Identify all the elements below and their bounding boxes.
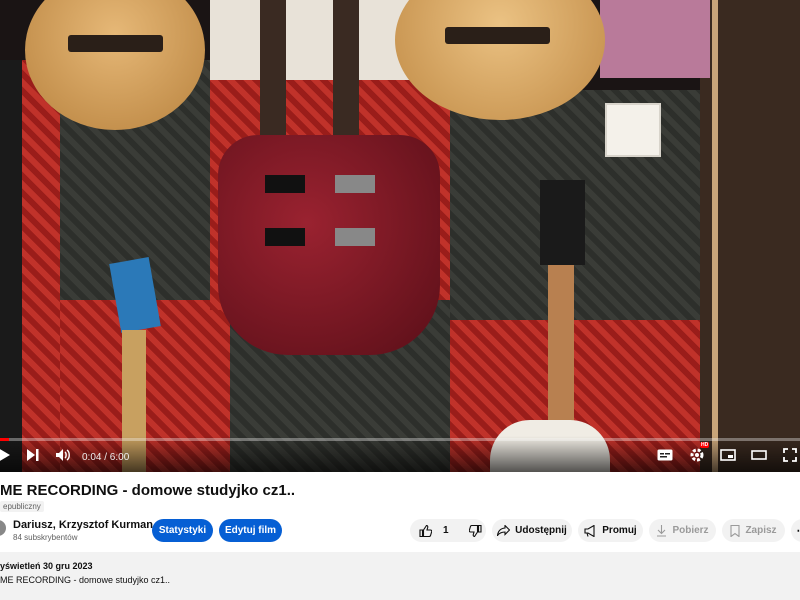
like-count: 1 [443, 525, 449, 536]
stats-button[interactable]: Statystyki [152, 519, 213, 542]
progress-bar[interactable] [0, 438, 800, 441]
promote-label: Promuj [602, 525, 637, 536]
save-button[interactable]: Zapisz [722, 519, 785, 542]
dislike-icon [468, 524, 482, 537]
save-icon [730, 524, 740, 537]
miniplayer-button[interactable] [718, 444, 738, 466]
volume-button[interactable] [54, 444, 72, 466]
promote-icon [584, 524, 595, 537]
fullscreen-button[interactable] [780, 444, 800, 466]
share-label: Udostępnij [515, 525, 567, 536]
subscriber-count: 84 subskrybentów [13, 533, 78, 542]
video-player[interactable]: 0:04 / 6:00 HD [0, 0, 800, 472]
hd-badge: HD [700, 442, 710, 448]
download-button[interactable]: Pobierz [649, 519, 716, 542]
download-label: Pobierz [672, 525, 709, 536]
video-frame [0, 0, 800, 472]
share-icon [497, 525, 511, 536]
subtitles-button[interactable] [655, 444, 675, 466]
channel-name[interactable]: Dariusz, Krzysztof Kurman [13, 519, 153, 531]
theater-mode-button[interactable] [749, 444, 769, 466]
like-button[interactable]: 1 [419, 524, 449, 537]
play-icon [0, 449, 10, 461]
dislike-button[interactable] [468, 524, 487, 537]
download-icon [657, 524, 667, 537]
save-label: Zapisz [745, 525, 777, 536]
settings-button[interactable]: HD [686, 442, 710, 466]
stats-button-label: Statystyki [158, 525, 207, 536]
like-icon [419, 524, 432, 537]
visibility-badge: epubliczny [0, 501, 44, 512]
channel-avatar[interactable] [0, 520, 6, 536]
edit-video-label: Edytuj film [224, 525, 277, 536]
next-button[interactable] [24, 444, 42, 466]
subtitles-icon [657, 449, 673, 461]
play-button[interactable] [0, 444, 14, 466]
time-display: 0:04 / 6:00 [82, 452, 130, 463]
promote-button[interactable]: Promuj [578, 519, 643, 542]
fullscreen-icon [783, 448, 797, 462]
more-actions-button[interactable]: ⋯ [791, 519, 800, 542]
more-icon: ⋯ [797, 524, 800, 537]
views-and-date: yświetleń 30 gru 2023 [0, 561, 93, 571]
edit-video-button[interactable]: Edytuj film [219, 519, 282, 542]
theater-icon [751, 450, 767, 460]
miniplayer-icon [720, 449, 736, 461]
share-button[interactable]: Udostępnij [492, 519, 572, 542]
like-dislike-group: 1 [410, 519, 486, 542]
next-icon [27, 449, 39, 461]
description-text: ME RECORDING - domowe studyjko cz1.. [0, 575, 171, 585]
progress-fill [0, 438, 9, 441]
volume-icon [56, 449, 70, 461]
settings-icon [690, 448, 704, 462]
video-title: ME RECORDING - domowe studyjko cz1.. [0, 482, 296, 499]
